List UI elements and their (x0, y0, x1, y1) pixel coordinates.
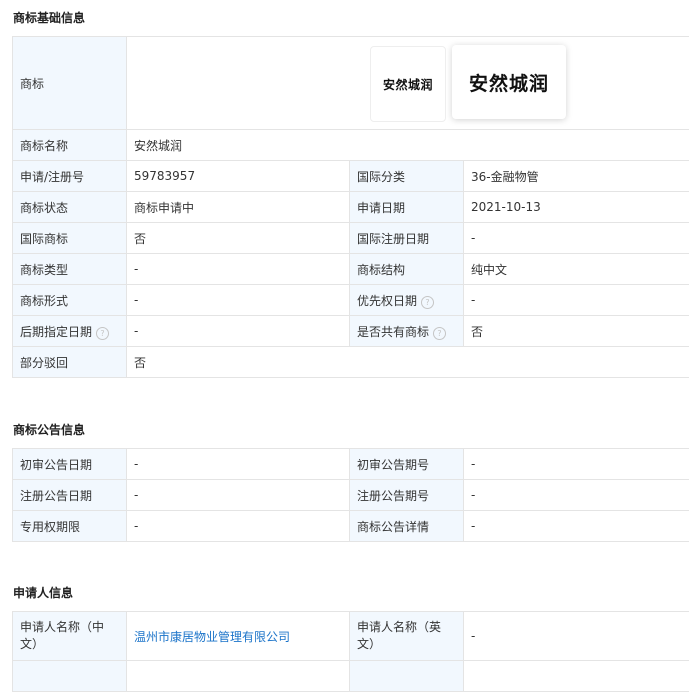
row-label: 注册公告期号 (350, 480, 464, 511)
table-row: 后期指定日期? - 是否共有商标? 否 (13, 316, 689, 347)
applicant-name-link[interactable]: 温州市康居物业管理有限公司 (134, 630, 290, 644)
row-label: 申请/注册号 (13, 161, 127, 192)
question-icon[interactable]: ? (421, 296, 434, 309)
table-row (13, 661, 689, 692)
row-label: 申请日期 (350, 192, 464, 223)
basic-info-table: 商标 商标名称 安然城润 申请/注册号 59783957 国际分类 36-金融物… (12, 36, 689, 378)
row-label: 商标状态 (13, 192, 127, 223)
applicant-info-table: 申请人名称（中文） 温州市康居物业管理有限公司 申请人名称（英文） - (12, 611, 689, 692)
row-label: 后期指定日期 (20, 325, 92, 339)
row-label: 申请人名称（英文） (350, 612, 464, 661)
row-label-empty (13, 661, 127, 692)
trademark-preview: 安然城润 (452, 45, 566, 119)
row-label: 商标形式 (13, 285, 127, 316)
row-label: 优先权日期 (357, 294, 417, 308)
row-label-with-help: 后期指定日期? (13, 316, 127, 347)
table-row: 商标名称 安然城润 (13, 130, 689, 161)
section-title-notice: 商标公告信息 (13, 422, 85, 438)
trademark-structure-value: 纯中文 (464, 254, 689, 285)
table-row: 部分驳回 否 (13, 347, 689, 378)
apply-date-value: 2021-10-13 (464, 192, 689, 223)
row-label: 申请人名称（中文） (13, 612, 127, 661)
table-row: 商标状态 商标申请中 申请日期 2021-10-13 (13, 192, 689, 223)
intl-reg-date-value: - (464, 223, 689, 254)
row-label: 部分驳回 (13, 347, 127, 378)
priority-date-value: - (464, 285, 689, 316)
trademark-thumbnail-text: 安然城润 (383, 76, 433, 93)
table-row: 商标形式 - 优先权日期? - (13, 285, 689, 316)
table-row: 国际商标 否 国际注册日期 - (13, 223, 689, 254)
row-label: 商标结构 (350, 254, 464, 285)
row-label: 商标类型 (13, 254, 127, 285)
trademark-thumbnail[interactable]: 安然城润 (370, 46, 446, 122)
row-value: - (464, 480, 689, 511)
reg-number-value: 59783957 (127, 161, 350, 192)
table-row: 商标 (13, 37, 689, 130)
row-value: - (464, 612, 689, 661)
trademark-preview-text: 安然城润 (469, 69, 549, 96)
row-value-empty (464, 661, 689, 692)
partial-reject-value: 否 (127, 347, 689, 378)
trademark-label: 商标 (13, 37, 127, 130)
row-value: - (464, 511, 689, 542)
row-label: 注册公告日期 (13, 480, 127, 511)
applicant-name-cell: 温州市康居物业管理有限公司 (127, 612, 350, 661)
row-value-empty (127, 661, 350, 692)
row-label: 商标公告详情 (350, 511, 464, 542)
notice-info-table: 初审公告日期 - 初审公告期号 - 注册公告日期 - 注册公告期号 - 专用权期… (12, 448, 689, 542)
row-value: - (127, 449, 350, 480)
row-label-empty (350, 661, 464, 692)
row-label-with-help: 优先权日期? (350, 285, 464, 316)
row-label: 商标名称 (13, 130, 127, 161)
table-row: 申请/注册号 59783957 国际分类 36-金融物管 (13, 161, 689, 192)
table-row: 初审公告日期 - 初审公告期号 - (13, 449, 689, 480)
question-icon[interactable]: ? (433, 327, 446, 340)
shared-trademark-value: 否 (464, 316, 689, 347)
row-label: 国际分类 (350, 161, 464, 192)
table-row: 专用权期限 - 商标公告详情 - (13, 511, 689, 542)
row-label: 国际注册日期 (350, 223, 464, 254)
section-title-basic: 商标基础信息 (13, 10, 85, 26)
status-value: 商标申请中 (127, 192, 350, 223)
intl-trademark-value: 否 (127, 223, 350, 254)
table-row: 商标类型 - 商标结构 纯中文 (13, 254, 689, 285)
intl-class-value: 36-金融物管 (464, 161, 689, 192)
trademark-form-value: - (127, 285, 350, 316)
row-label-with-help: 是否共有商标? (350, 316, 464, 347)
row-value: - (127, 480, 350, 511)
row-label: 专用权期限 (13, 511, 127, 542)
table-row: 申请人名称（中文） 温州市康居物业管理有限公司 申请人名称（英文） - (13, 612, 689, 661)
trademark-type-value: - (127, 254, 350, 285)
row-label: 是否共有商标 (357, 325, 429, 339)
row-value: - (127, 511, 350, 542)
question-icon[interactable]: ? (96, 327, 109, 340)
trademark-name-value: 安然城润 (127, 130, 689, 161)
section-title-applicant: 申请人信息 (13, 585, 73, 601)
row-label: 初审公告日期 (13, 449, 127, 480)
later-designation-value: - (127, 316, 350, 347)
table-row: 注册公告日期 - 注册公告期号 - (13, 480, 689, 511)
row-label: 初审公告期号 (350, 449, 464, 480)
row-value: - (464, 449, 689, 480)
row-label: 国际商标 (13, 223, 127, 254)
